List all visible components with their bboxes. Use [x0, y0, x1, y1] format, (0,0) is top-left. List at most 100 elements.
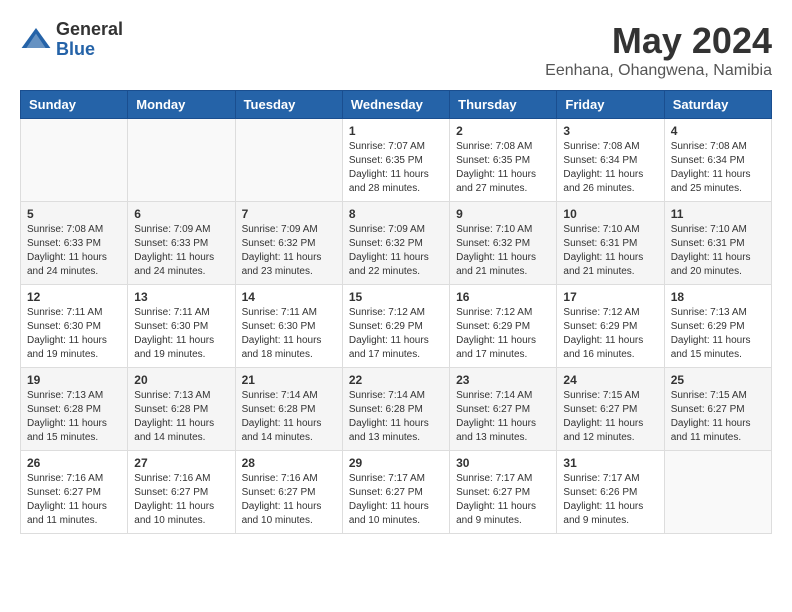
- calendar-week-2: 5 Sunrise: 7:08 AM Sunset: 6:33 PM Daylig…: [21, 202, 772, 285]
- logo-text: General Blue: [56, 20, 123, 60]
- calendar-cell: 29 Sunrise: 7:17 AM Sunset: 6:27 PM Dayli…: [342, 451, 449, 534]
- weekday-header-tuesday: Tuesday: [235, 91, 342, 119]
- day-number: 6: [134, 207, 228, 221]
- weekday-header-saturday: Saturday: [664, 91, 771, 119]
- day-number: 5: [27, 207, 121, 221]
- day-info: Sunrise: 7:08 AM Sunset: 6:34 PM Dayligh…: [563, 140, 657, 196]
- page-header: General Blue May 2024 Eenhana, Ohangwena…: [20, 20, 772, 80]
- calendar-cell: 13 Sunrise: 7:11 AM Sunset: 6:30 PM Dayli…: [128, 285, 235, 368]
- calendar-cell: 15Sunrise: 7:12 AM Sunset: 6:29 PM Dayli…: [342, 285, 449, 368]
- day-info: Sunrise: 7:16 AM Sunset: 6:27 PM Dayligh…: [134, 472, 228, 528]
- calendar-cell: 3 Sunrise: 7:08 AM Sunset: 6:34 PM Daylig…: [557, 119, 664, 202]
- location-subtitle: Eenhana, Ohangwena, Namibia: [545, 62, 772, 80]
- day-info: Sunrise: 7:17 AM Sunset: 6:27 PM Dayligh…: [349, 472, 443, 528]
- day-number: 10: [563, 207, 657, 221]
- day-info: Sunrise: 7:11 AM Sunset: 6:30 PM Dayligh…: [242, 306, 336, 362]
- day-number: 2: [456, 124, 550, 138]
- day-number: 14: [242, 290, 336, 304]
- calendar-week-3: 12 Sunrise: 7:11 AM Sunset: 6:30 PM Dayli…: [21, 285, 772, 368]
- calendar-body: 1Sunrise: 7:07 AM Sunset: 6:35 PM Daylig…: [21, 119, 772, 534]
- title-block: May 2024 Eenhana, Ohangwena, Namibia: [545, 20, 772, 80]
- day-number: 15: [349, 290, 443, 304]
- logo-blue-text: Blue: [56, 40, 123, 60]
- day-info: Sunrise: 7:17 AM Sunset: 6:26 PM Dayligh…: [563, 472, 657, 528]
- day-number: 23: [456, 373, 550, 387]
- day-number: 29: [349, 456, 443, 470]
- calendar-cell: [21, 119, 128, 202]
- calendar-cell: 30 Sunrise: 7:17 AM Sunset: 6:27 PM Dayli…: [450, 451, 557, 534]
- calendar-table: SundayMondayTuesdayWednesdayThursdayFrid…: [20, 90, 772, 534]
- day-info: Sunrise: 7:11 AM Sunset: 6:30 PM Dayligh…: [134, 306, 228, 362]
- day-number: 13: [134, 290, 228, 304]
- weekday-header-sunday: Sunday: [21, 91, 128, 119]
- calendar-cell: 25Sunrise: 7:15 AM Sunset: 6:27 PM Dayli…: [664, 368, 771, 451]
- weekday-header-monday: Monday: [128, 91, 235, 119]
- calendar-cell: 2Sunrise: 7:08 AM Sunset: 6:35 PM Daylig…: [450, 119, 557, 202]
- day-info: Sunrise: 7:17 AM Sunset: 6:27 PM Dayligh…: [456, 472, 550, 528]
- day-info: Sunrise: 7:14 AM Sunset: 6:28 PM Dayligh…: [349, 389, 443, 445]
- day-info: Sunrise: 7:08 AM Sunset: 6:34 PM Dayligh…: [671, 140, 765, 196]
- day-info: Sunrise: 7:10 AM Sunset: 6:32 PM Dayligh…: [456, 223, 550, 279]
- weekday-header-row: SundayMondayTuesdayWednesdayThursdayFrid…: [21, 91, 772, 119]
- month-title: May 2024: [545, 20, 772, 62]
- day-info: Sunrise: 7:15 AM Sunset: 6:27 PM Dayligh…: [563, 389, 657, 445]
- day-number: 9: [456, 207, 550, 221]
- calendar-cell: 10Sunrise: 7:10 AM Sunset: 6:31 PM Dayli…: [557, 202, 664, 285]
- day-number: 31: [563, 456, 657, 470]
- day-info: Sunrise: 7:16 AM Sunset: 6:27 PM Dayligh…: [27, 472, 121, 528]
- day-info: Sunrise: 7:09 AM Sunset: 6:32 PM Dayligh…: [349, 223, 443, 279]
- calendar-cell: [235, 119, 342, 202]
- calendar-week-5: 26 Sunrise: 7:16 AM Sunset: 6:27 PM Dayli…: [21, 451, 772, 534]
- calendar-cell: 8 Sunrise: 7:09 AM Sunset: 6:32 PM Daylig…: [342, 202, 449, 285]
- day-number: 8: [349, 207, 443, 221]
- calendar-cell: 31 Sunrise: 7:17 AM Sunset: 6:26 PM Dayli…: [557, 451, 664, 534]
- day-number: 27: [134, 456, 228, 470]
- day-number: 7: [242, 207, 336, 221]
- calendar-cell: 14 Sunrise: 7:11 AM Sunset: 6:30 PM Dayli…: [235, 285, 342, 368]
- day-info: Sunrise: 7:16 AM Sunset: 6:27 PM Dayligh…: [242, 472, 336, 528]
- day-info: Sunrise: 7:09 AM Sunset: 6:33 PM Dayligh…: [134, 223, 228, 279]
- calendar-cell: 19Sunrise: 7:13 AM Sunset: 6:28 PM Dayli…: [21, 368, 128, 451]
- day-info: Sunrise: 7:12 AM Sunset: 6:29 PM Dayligh…: [563, 306, 657, 362]
- calendar-cell: 6 Sunrise: 7:09 AM Sunset: 6:33 PM Daylig…: [128, 202, 235, 285]
- day-number: 21: [242, 373, 336, 387]
- day-number: 25: [671, 373, 765, 387]
- weekday-header-wednesday: Wednesday: [342, 91, 449, 119]
- calendar-cell: [664, 451, 771, 534]
- calendar-cell: 9 Sunrise: 7:10 AM Sunset: 6:32 PM Daylig…: [450, 202, 557, 285]
- calendar-cell: 26 Sunrise: 7:16 AM Sunset: 6:27 PM Dayli…: [21, 451, 128, 534]
- calendar-week-4: 19Sunrise: 7:13 AM Sunset: 6:28 PM Dayli…: [21, 368, 772, 451]
- calendar-cell: 16 Sunrise: 7:12 AM Sunset: 6:29 PM Dayli…: [450, 285, 557, 368]
- day-number: 30: [456, 456, 550, 470]
- day-number: 26: [27, 456, 121, 470]
- day-number: 16: [456, 290, 550, 304]
- day-number: 12: [27, 290, 121, 304]
- calendar-cell: 11 Sunrise: 7:10 AM Sunset: 6:31 PM Dayli…: [664, 202, 771, 285]
- calendar-cell: 23 Sunrise: 7:14 AM Sunset: 6:27 PM Dayli…: [450, 368, 557, 451]
- calendar-cell: 22 Sunrise: 7:14 AM Sunset: 6:28 PM Dayli…: [342, 368, 449, 451]
- calendar-cell: 27 Sunrise: 7:16 AM Sunset: 6:27 PM Dayli…: [128, 451, 235, 534]
- day-number: 11: [671, 207, 765, 221]
- calendar-cell: 7Sunrise: 7:09 AM Sunset: 6:32 PM Daylig…: [235, 202, 342, 285]
- calendar-cell: 5 Sunrise: 7:08 AM Sunset: 6:33 PM Daylig…: [21, 202, 128, 285]
- calendar-cell: 12 Sunrise: 7:11 AM Sunset: 6:30 PM Dayli…: [21, 285, 128, 368]
- calendar-week-1: 1Sunrise: 7:07 AM Sunset: 6:35 PM Daylig…: [21, 119, 772, 202]
- day-number: 28: [242, 456, 336, 470]
- day-info: Sunrise: 7:14 AM Sunset: 6:27 PM Dayligh…: [456, 389, 550, 445]
- day-number: 1: [349, 124, 443, 138]
- calendar-cell: 21Sunrise: 7:14 AM Sunset: 6:28 PM Dayli…: [235, 368, 342, 451]
- day-info: Sunrise: 7:08 AM Sunset: 6:33 PM Dayligh…: [27, 223, 121, 279]
- day-info: Sunrise: 7:13 AM Sunset: 6:28 PM Dayligh…: [27, 389, 121, 445]
- day-info: Sunrise: 7:10 AM Sunset: 6:31 PM Dayligh…: [671, 223, 765, 279]
- day-number: 3: [563, 124, 657, 138]
- day-number: 4: [671, 124, 765, 138]
- day-info: Sunrise: 7:12 AM Sunset: 6:29 PM Dayligh…: [456, 306, 550, 362]
- weekday-header-thursday: Thursday: [450, 91, 557, 119]
- day-number: 17: [563, 290, 657, 304]
- day-info: Sunrise: 7:11 AM Sunset: 6:30 PM Dayligh…: [27, 306, 121, 362]
- day-number: 22: [349, 373, 443, 387]
- day-number: 24: [563, 373, 657, 387]
- weekday-header-friday: Friday: [557, 91, 664, 119]
- logo-icon: [20, 24, 52, 56]
- calendar-cell: 20Sunrise: 7:13 AM Sunset: 6:28 PM Dayli…: [128, 368, 235, 451]
